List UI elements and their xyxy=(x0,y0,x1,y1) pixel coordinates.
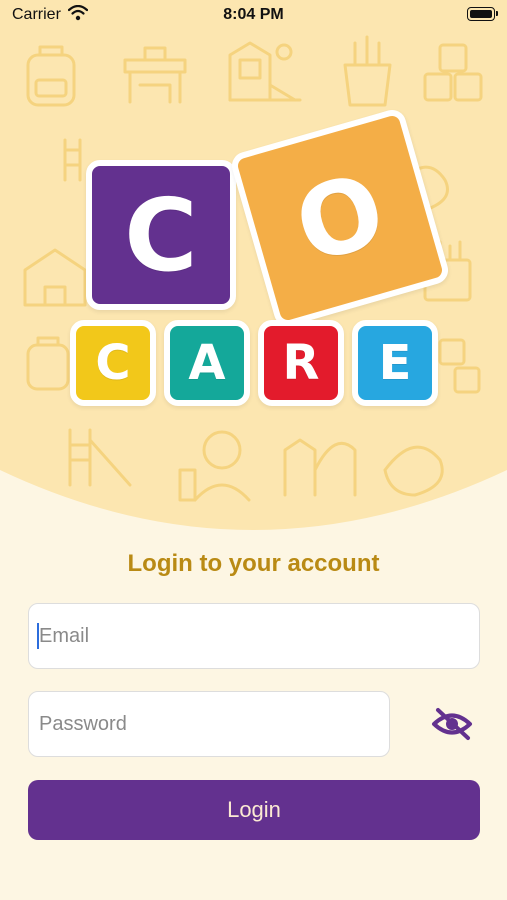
status-bar: Carrier 8:04 PM xyxy=(0,0,507,30)
logo-tile-c: C xyxy=(86,160,236,310)
login-button[interactable]: Login xyxy=(28,780,480,840)
logo-tile-care-c: C xyxy=(70,320,156,406)
email-field[interactable] xyxy=(28,603,480,669)
password-field[interactable] xyxy=(28,691,390,757)
hero-banner: C O C A R E xyxy=(0,0,507,560)
co-care-logo: C O C A R E xyxy=(0,0,507,420)
logo-tile-care-a: A xyxy=(164,320,250,406)
clock-label: 8:04 PM xyxy=(223,6,284,23)
password-visibility-toggle[interactable] xyxy=(428,706,476,742)
login-title: Login to your account xyxy=(127,550,380,577)
eye-slash-icon xyxy=(432,708,472,740)
logo-tile-o: O xyxy=(228,106,452,330)
logo-tile-care-r: R xyxy=(258,320,344,406)
text-caret xyxy=(37,623,39,649)
logo-tile-care-e: E xyxy=(352,320,438,406)
battery-icon xyxy=(467,7,498,21)
